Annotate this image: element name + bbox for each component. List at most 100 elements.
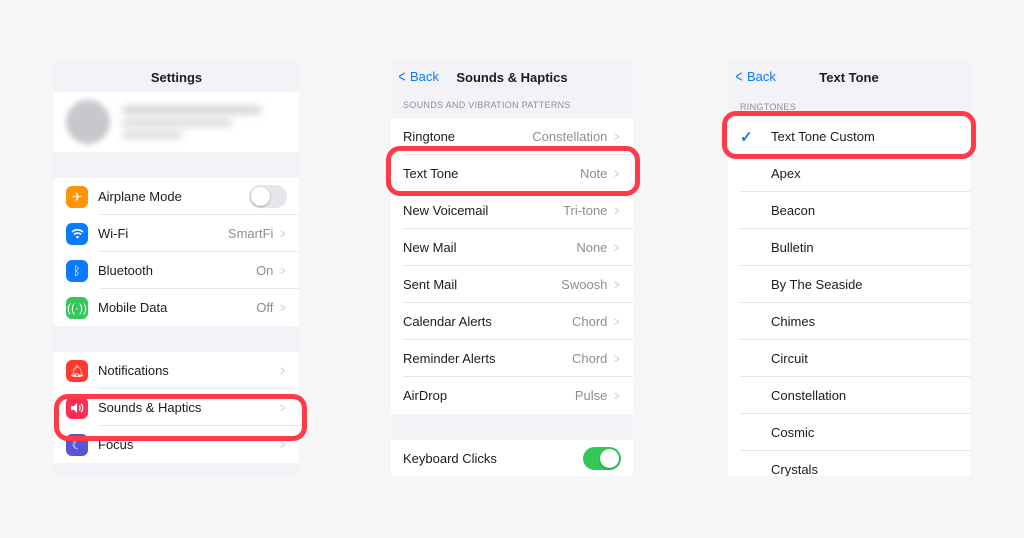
row-label: Cosmic xyxy=(771,425,815,440)
airplane-mode-toggle[interactable] xyxy=(249,185,287,208)
row-label: Beacon xyxy=(771,203,816,218)
moon-icon: ☾ xyxy=(66,433,88,456)
bluetooth-icon: ᛒ xyxy=(66,259,88,282)
sounds-haptics-panel: < Back Sounds & Haptics SOUNDS AND VIBRA… xyxy=(391,62,633,476)
chevron-right-icon: > xyxy=(614,277,620,292)
row-label: Text Tone Custom xyxy=(771,129,875,144)
settings-navbar: Settings xyxy=(54,62,299,92)
airplane-icon: ✈ xyxy=(66,185,88,208)
chevron-right-icon: > xyxy=(614,351,620,366)
row-label: Mobile Data xyxy=(98,300,168,315)
settings-row-mobile-data[interactable]: ((·)) Mobile Data Off > xyxy=(54,289,299,326)
sound-row-sent-mail[interactable]: Sent Mail Swoosh > xyxy=(391,266,633,303)
text-tone-navbar: < Back Text Tone xyxy=(728,62,970,92)
row-value: Off xyxy=(256,300,274,315)
page-title: Sounds & Haptics xyxy=(456,70,568,85)
settings-row-focus[interactable]: ☾ Focus > xyxy=(54,426,299,463)
row-label: Sounds & Haptics xyxy=(98,400,202,415)
profile-row[interactable] xyxy=(54,92,299,152)
keyboard-group: Keyboard Clicks xyxy=(391,440,633,476)
row-value: Chord xyxy=(571,351,608,366)
chevron-right-icon: > xyxy=(280,363,286,378)
sound-row-text-tone[interactable]: Text Tone Note > xyxy=(391,155,633,192)
tone-row[interactable]: Cosmic xyxy=(728,414,970,451)
tone-row[interactable]: Beacon xyxy=(728,192,970,229)
chevron-right-icon: > xyxy=(280,437,286,452)
row-value: Note xyxy=(579,166,608,181)
settings-panel: Settings ✈ Airplane Mode Wi-Fi SmartFi >… xyxy=(54,62,299,476)
row-value: Swoosh xyxy=(561,277,608,292)
row-label: Calendar Alerts xyxy=(403,314,492,329)
page-title: Text Tone xyxy=(819,70,879,85)
row-label: Sent Mail xyxy=(403,277,458,292)
checkmark-icon: ✓ xyxy=(740,128,753,146)
tone-list: ✓ Text Tone Custom Apex Beacon Bulletin … xyxy=(728,118,970,476)
tone-row[interactable]: Crystals xyxy=(728,451,970,476)
tone-row[interactable]: Circuit xyxy=(728,340,970,377)
tone-row[interactable]: Chimes xyxy=(728,303,970,340)
row-label: Airplane Mode xyxy=(98,189,182,204)
row-label: Crystals xyxy=(771,462,818,476)
settings-row-notifications[interactable]: 🔔︎ Notifications > xyxy=(54,352,299,389)
chevron-right-icon: > xyxy=(614,203,620,218)
antenna-icon: ((·)) xyxy=(66,296,88,319)
chevron-right-icon: > xyxy=(614,314,620,329)
settings-row-wifi[interactable]: Wi-Fi SmartFi > xyxy=(54,215,299,252)
sound-row-ringtone[interactable]: Ringtone Constellation > xyxy=(391,118,633,155)
row-label: New Voicemail xyxy=(403,203,489,218)
tone-row[interactable]: Constellation xyxy=(728,377,970,414)
tone-row-selected[interactable]: ✓ Text Tone Custom xyxy=(728,118,970,155)
chevron-right-icon: > xyxy=(614,166,620,181)
tone-row[interactable]: By The Seaside xyxy=(728,266,970,303)
row-label: Reminder Alerts xyxy=(403,351,496,366)
sound-row-airdrop[interactable]: AirDrop Pulse > xyxy=(391,377,633,414)
row-value: On xyxy=(256,263,274,278)
row-label: Bulletin xyxy=(771,240,814,255)
speaker-icon xyxy=(66,396,88,419)
settings-row-bluetooth[interactable]: ᛒ Bluetooth On > xyxy=(54,252,299,289)
row-value: Tri-tone xyxy=(563,203,608,218)
keyboard-clicks-toggle[interactable] xyxy=(583,447,621,470)
row-value: Pulse xyxy=(574,388,608,403)
row-label: Bluetooth xyxy=(98,263,153,278)
row-value: None xyxy=(576,240,608,255)
page-title: Settings xyxy=(150,70,203,85)
row-label: AirDrop xyxy=(403,388,448,403)
settings-row-sounds-haptics[interactable]: Sounds & Haptics > xyxy=(54,389,299,426)
row-value: Chord xyxy=(571,314,608,329)
tone-row[interactable]: Bulletin xyxy=(728,229,970,266)
row-label: Notifications xyxy=(98,363,169,378)
row-label: Text Tone xyxy=(403,166,459,181)
avatar xyxy=(66,100,110,144)
row-value: Constellation xyxy=(532,129,608,144)
row-label: Constellation xyxy=(771,388,847,403)
section-header: RINGTONES xyxy=(740,102,797,112)
sound-row-new-voicemail[interactable]: New Voicemail Tri-tone > xyxy=(391,192,633,229)
chevron-right-icon: > xyxy=(614,388,620,403)
chevron-right-icon: > xyxy=(280,400,286,415)
settings-row-airplane-mode[interactable]: ✈ Airplane Mode xyxy=(54,178,299,215)
settings-group-notifications: 🔔︎ Notifications > Sounds & Haptics > ☾ … xyxy=(54,352,299,463)
chevron-right-icon: > xyxy=(280,226,286,241)
row-label: Ringtone xyxy=(403,129,456,144)
sound-row-calendar-alerts[interactable]: Calendar Alerts Chord > xyxy=(391,303,633,340)
row-label: Chimes xyxy=(771,314,816,329)
chevron-right-icon: > xyxy=(614,129,620,144)
text-tone-panel: < Back Text Tone RINGTONES ✓ Text Tone C… xyxy=(728,62,970,476)
row-label: Wi-Fi xyxy=(98,226,129,241)
row-label: By The Seaside xyxy=(771,277,863,292)
sound-patterns-group: Ringtone Constellation > Text Tone Note … xyxy=(391,118,633,414)
row-label: Circuit xyxy=(771,351,808,366)
bell-icon: 🔔︎ xyxy=(66,359,88,382)
settings-group-connectivity: ✈ Airplane Mode Wi-Fi SmartFi > ᛒ Blueto… xyxy=(54,178,299,326)
keyboard-clicks-row[interactable]: Keyboard Clicks xyxy=(391,440,633,476)
row-value: SmartFi xyxy=(227,226,274,241)
sounds-navbar: < Back Sounds & Haptics xyxy=(391,62,633,92)
sound-row-new-mail[interactable]: New Mail None > xyxy=(391,229,633,266)
chevron-right-icon: > xyxy=(280,300,286,315)
sound-row-reminder-alerts[interactable]: Reminder Alerts Chord > xyxy=(391,340,633,377)
row-label: New Mail xyxy=(403,240,457,255)
tone-row[interactable]: Apex xyxy=(728,155,970,192)
chevron-right-icon: > xyxy=(280,263,286,278)
chevron-right-icon: > xyxy=(614,240,620,255)
